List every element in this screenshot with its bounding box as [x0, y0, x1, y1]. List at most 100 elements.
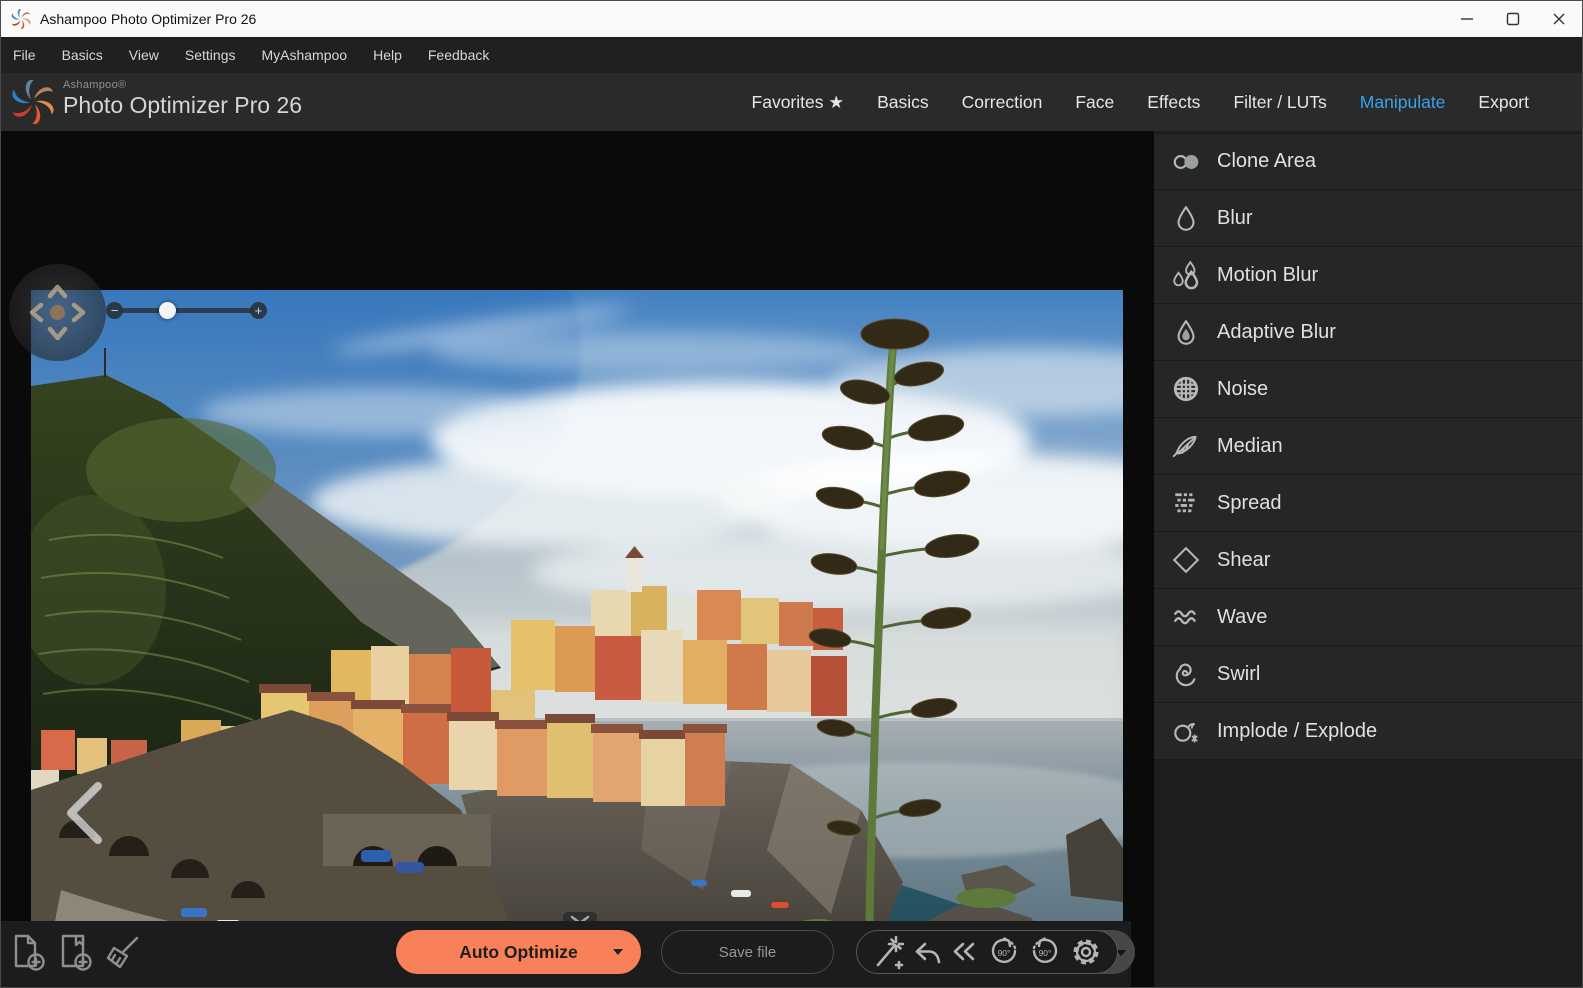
- adaptive-blur-icon: [1171, 317, 1201, 347]
- menu-myashampoo[interactable]: MyAshampoo: [248, 37, 360, 73]
- menu-basics[interactable]: Basics: [49, 37, 116, 73]
- zoom-in-button[interactable]: +: [250, 302, 267, 319]
- auto-optimize-label: Auto Optimize: [459, 942, 578, 962]
- menu-file[interactable]: File: [13, 37, 49, 73]
- app-logo: [11, 80, 55, 124]
- tab-filter-luts[interactable]: Filter / LUTs: [1233, 92, 1326, 113]
- photo-canvas[interactable]: [31, 290, 1123, 988]
- sidebar-item-label: Spread: [1217, 492, 1282, 515]
- sidebar-item-label: Wave: [1217, 606, 1267, 629]
- clone-area-icon: [1171, 147, 1201, 177]
- titlebar: Ashampoo Photo Optimizer Pro 26: [1, 1, 1582, 37]
- window-controls: [1444, 1, 1582, 37]
- rotate-left-90-button[interactable]: 90°: [987, 935, 1021, 969]
- sidebar-item-noise[interactable]: Noise: [1154, 361, 1583, 418]
- brand: Ashampoo® Photo Optimizer Pro 26: [63, 79, 302, 119]
- rotate-right-90-icon: 90°: [1028, 935, 1062, 969]
- sidebar-item-label: Clone Area: [1217, 150, 1316, 173]
- add-files-icon: [57, 931, 95, 975]
- next-image-button[interactable]: [1121, 784, 1123, 842]
- sidebar-item-median[interactable]: Median: [1154, 418, 1583, 475]
- sidebar-item-motion-blur[interactable]: Motion Blur: [1154, 247, 1583, 304]
- app-icon: [11, 9, 31, 29]
- sidebar-item-blur[interactable]: Blur: [1154, 190, 1583, 247]
- undo-icon: [912, 936, 942, 968]
- file-tools: [11, 931, 143, 975]
- sidebar-item-implode-explode[interactable]: Implode / Explode: [1154, 703, 1583, 760]
- save-file-button[interactable]: Save file: [661, 930, 834, 974]
- spread-icon: [1171, 488, 1201, 518]
- zoom-slider-track[interactable]: [120, 308, 253, 313]
- tab-correction[interactable]: Correction: [962, 92, 1043, 113]
- zoom-slider-thumb[interactable]: [159, 302, 176, 319]
- rotate-right-90-button[interactable]: 90°: [1028, 935, 1062, 969]
- rotate-left-90-icon: 90°: [987, 935, 1021, 969]
- implode-explode-icon: [1171, 716, 1201, 746]
- app-window: Ashampoo Photo Optimizer Pro 26 File Bas…: [0, 0, 1583, 988]
- sidebar-item-spread[interactable]: Spread: [1154, 475, 1583, 532]
- bottom-toolbar: Auto Optimize Save file: [1, 921, 1131, 988]
- manipulate-tools-sidebar: Clone Area Blur Motion Blur: [1154, 131, 1583, 988]
- maximize-button[interactable]: [1490, 1, 1536, 37]
- close-button[interactable]: [1536, 1, 1582, 37]
- tab-manipulate[interactable]: Manipulate: [1360, 92, 1446, 113]
- pan-navigator-icon: [9, 264, 106, 361]
- main-tabs: Favorites ★ Basics Correction Face Effec…: [752, 73, 1529, 131]
- menu-help[interactable]: Help: [360, 37, 415, 73]
- magic-wand-plus-icon: [872, 934, 904, 970]
- save-file-label: Save file: [719, 944, 777, 961]
- menu-settings[interactable]: Settings: [172, 37, 249, 73]
- previous-image-button[interactable]: [65, 782, 103, 844]
- undo-button[interactable]: [912, 936, 942, 968]
- sidebar-item-label: Shear: [1217, 549, 1270, 572]
- zoom-slider: − +: [106, 301, 267, 319]
- sidebar-item-label: Median: [1217, 435, 1283, 458]
- chevron-down-icon: [613, 949, 623, 955]
- sidebar-item-swirl[interactable]: Swirl: [1154, 646, 1583, 703]
- swirl-icon: [1171, 659, 1201, 689]
- sidebar-item-label: Motion Blur: [1217, 264, 1318, 287]
- menu-bar: File Basics View Settings MyAshampoo Hel…: [1, 37, 1582, 73]
- pan-navigator[interactable]: [9, 264, 106, 361]
- menu-view[interactable]: View: [116, 37, 172, 73]
- shear-icon: [1171, 545, 1201, 575]
- tab-face[interactable]: Face: [1075, 92, 1114, 113]
- tab-effects[interactable]: Effects: [1147, 92, 1200, 113]
- product-name: Photo Optimizer Pro 26: [63, 92, 302, 119]
- tab-basics[interactable]: Basics: [877, 92, 929, 113]
- add-files-button[interactable]: [57, 931, 95, 975]
- median-icon: [1171, 431, 1201, 461]
- minimize-button[interactable]: [1444, 1, 1490, 37]
- blur-icon: [1171, 203, 1201, 233]
- clean-broom-button[interactable]: [103, 931, 143, 975]
- sidebar-item-wave[interactable]: Wave: [1154, 589, 1583, 646]
- add-file-icon: [11, 931, 49, 975]
- sidebar-item-clone-area[interactable]: Clone Area: [1154, 133, 1583, 190]
- clean-broom-icon: [103, 931, 143, 975]
- tab-favorites[interactable]: Favorites ★: [752, 92, 845, 113]
- add-file-button[interactable]: [11, 931, 49, 975]
- wave-icon: [1171, 602, 1201, 632]
- next-image-icon: [1121, 784, 1123, 842]
- menu-feedback[interactable]: Feedback: [415, 37, 502, 73]
- undo-all-button[interactable]: [949, 936, 979, 968]
- settings-gear-button[interactable]: [1070, 936, 1102, 968]
- noise-icon: [1171, 374, 1201, 404]
- maximize-icon: [1506, 12, 1520, 26]
- undo-all-icon: [949, 936, 979, 968]
- settings-gear-icon: [1070, 936, 1102, 968]
- edit-tools: 90° 90°: [856, 930, 1118, 974]
- tab-export[interactable]: Export: [1478, 92, 1529, 113]
- auto-optimize-button[interactable]: Auto Optimize: [396, 930, 641, 974]
- svg-text:90°: 90°: [1039, 948, 1052, 958]
- previous-image-icon: [65, 782, 103, 844]
- tool-list: Clone Area Blur Motion Blur: [1154, 131, 1583, 760]
- app-header: Ashampoo® Photo Optimizer Pro 26 Favorit…: [1, 73, 1582, 131]
- sidebar-item-shear[interactable]: Shear: [1154, 532, 1583, 589]
- sidebar-item-label: Noise: [1217, 378, 1268, 401]
- sidebar-item-adaptive-blur[interactable]: Adaptive Blur: [1154, 304, 1583, 361]
- window-title: Ashampoo Photo Optimizer Pro 26: [40, 11, 256, 27]
- motion-blur-icon: [1171, 260, 1201, 290]
- magic-wand-button[interactable]: [872, 934, 904, 970]
- sidebar-item-label: Adaptive Blur: [1217, 321, 1336, 344]
